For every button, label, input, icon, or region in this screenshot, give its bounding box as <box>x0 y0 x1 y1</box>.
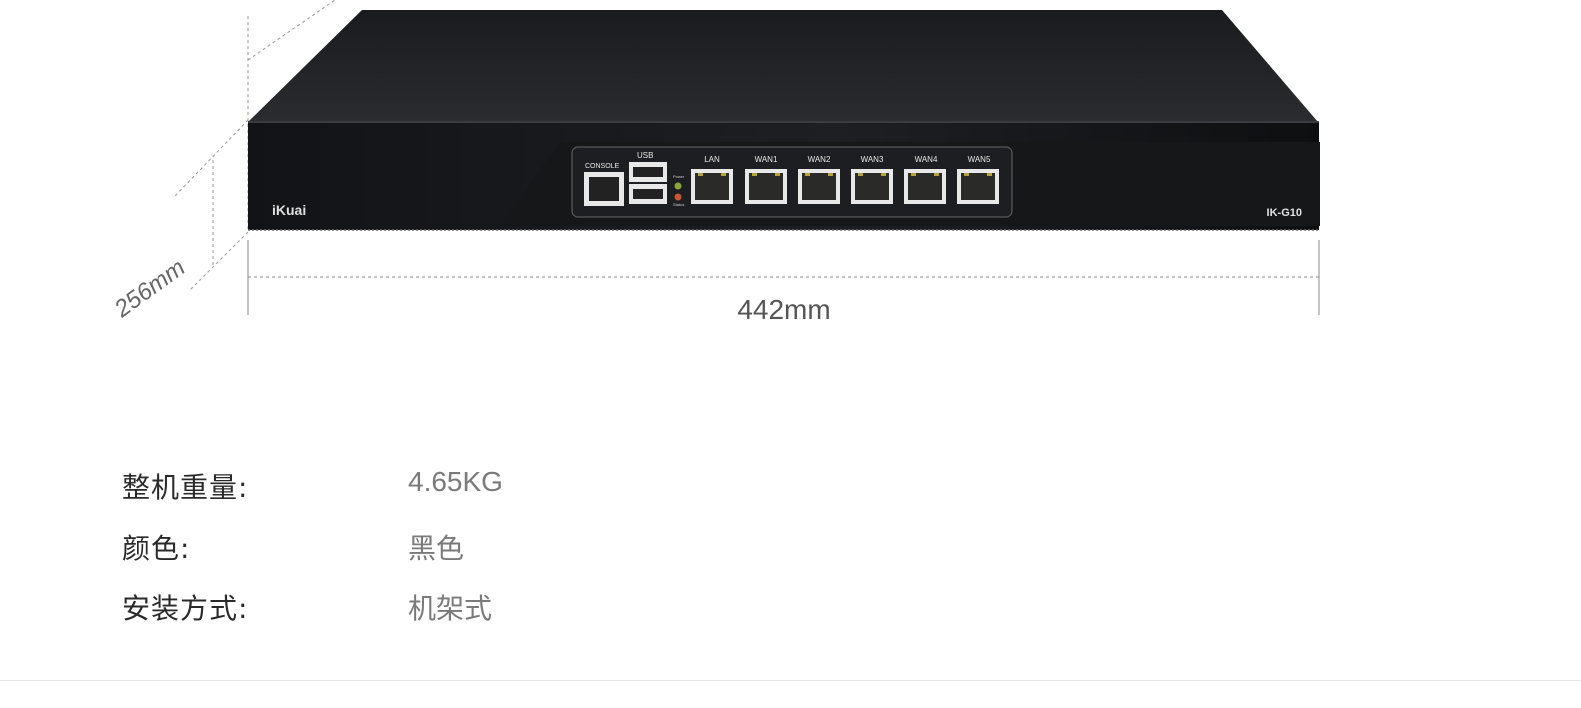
port-label-wan1: WAN1 <box>755 155 778 164</box>
power-led-label: Power <box>673 174 685 179</box>
spec-label-color: 颜色: <box>122 532 191 565</box>
port-label-wan3: WAN3 <box>861 155 884 164</box>
model-label: IK-G10 <box>1267 207 1302 219</box>
product-image: CONSOLE USB Power Status LAN WAN1 WAN2 W… <box>109 0 1320 325</box>
width-dimension-label: 442mm <box>737 294 830 325</box>
power-led <box>674 182 682 190</box>
chassis-top <box>248 10 1318 122</box>
spec-value-color: 黑色 <box>408 533 465 564</box>
usb-label: USB <box>637 151 653 160</box>
spec-value-mounting: 机架式 <box>408 593 493 624</box>
spec-value-weight: 4.65KG <box>408 466 503 497</box>
port-label-wan5: WAN5 <box>968 155 991 164</box>
spec-label-mounting: 安装方式: <box>122 592 249 625</box>
status-led <box>674 193 682 201</box>
depth-dimension-label: 256mm <box>109 254 190 323</box>
bottom-divider <box>0 680 1581 681</box>
port-label-wan2: WAN2 <box>808 155 831 164</box>
port-label-lan: LAN <box>704 155 720 164</box>
console-label: CONSOLE <box>585 163 620 170</box>
brand-logo: iKuai <box>272 202 306 218</box>
spec-label-weight: 整机重量: <box>122 471 249 504</box>
port-label-wan4: WAN4 <box>915 155 938 164</box>
status-led-label: Status <box>673 202 684 207</box>
